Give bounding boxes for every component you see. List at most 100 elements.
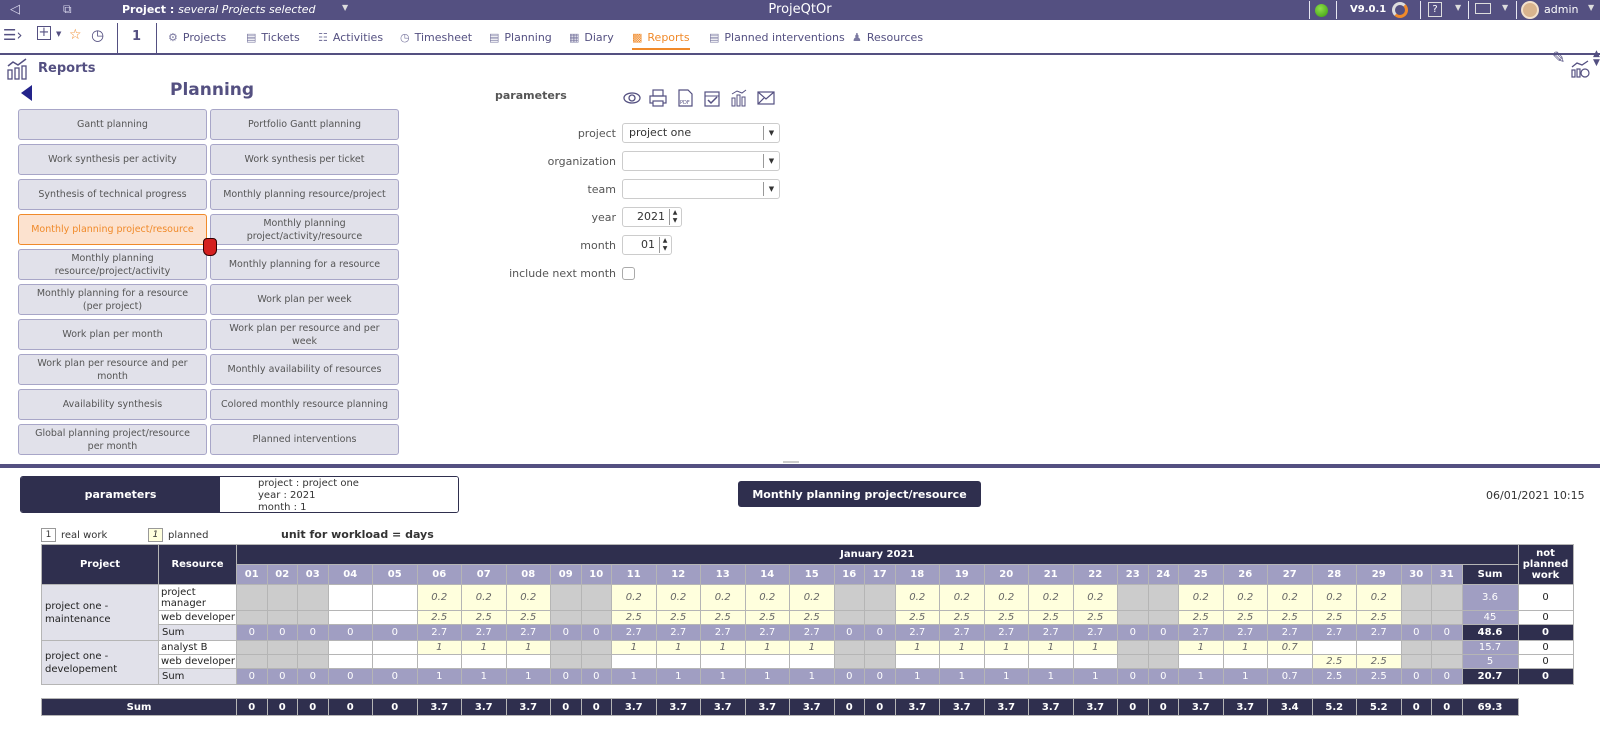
chart-report-icon[interactable] <box>729 88 749 108</box>
back-arrow-icon[interactable] <box>21 85 32 101</box>
nav-projects[interactable]: ⚙ Projects <box>168 31 226 44</box>
day-cell <box>327 610 373 625</box>
display-caret-icon[interactable]: ▼ <box>1502 3 1508 12</box>
day-sum-cell: 1 <box>894 668 940 685</box>
report-planned-interventions[interactable]: Planned interventions <box>210 424 399 455</box>
month-spinner[interactable]: 01 ▲ ▼ <box>622 235 672 255</box>
legend-planned-label: planned <box>168 529 209 541</box>
sum-label: Sum <box>158 668 237 685</box>
pdf-icon[interactable]: PDF <box>675 88 695 108</box>
day-sum-cell: 0 <box>327 668 373 685</box>
result-parameters-box: parameters project : project one year : … <box>20 476 459 513</box>
view-eye-icon[interactable] <box>622 88 642 108</box>
report-portfolio-gantt-planning[interactable]: Portfolio Gantt planning <box>210 109 399 140</box>
day-cell <box>1178 654 1224 669</box>
activity-icon: ☷ <box>318 31 328 44</box>
day-cell: 2.5 <box>505 610 551 625</box>
window-switch-icon[interactable]: ⧉ <box>63 2 72 17</box>
nav-planned-interventions[interactable]: ▤ Planned interventions <box>709 31 845 44</box>
nav-reports[interactable]: ▩ Reports <box>632 31 690 50</box>
schedule-check-icon[interactable] <box>702 88 722 108</box>
svg-text:PDF: PDF <box>680 100 690 106</box>
help-caret-icon[interactable]: ▼ <box>1455 3 1461 12</box>
menu-toggle-icon[interactable]: ☰› <box>3 26 22 44</box>
header-day: 15 <box>789 564 835 585</box>
dropdown-arrow-icon[interactable]: ▼ <box>763 182 779 196</box>
report-monthly-availability[interactable]: Monthly availability of resources <box>210 354 399 385</box>
spinner-arrows-icon[interactable]: ▲ ▼ <box>659 237 670 253</box>
day-cell: 1 <box>983 640 1029 655</box>
dropdown-arrow-icon[interactable]: ▼ <box>763 154 779 168</box>
history-icon[interactable]: ◷ <box>91 26 104 44</box>
help-icon[interactable]: ? <box>1428 2 1442 17</box>
add-item-icon[interactable]: + <box>37 26 51 40</box>
day-cell <box>266 610 298 625</box>
user-name[interactable]: admin <box>1544 3 1578 16</box>
report-gantt-planning[interactable]: Gantt planning <box>18 109 207 140</box>
report-synthesis-technical-progress[interactable]: Synthesis of technical progress <box>18 179 207 210</box>
day-sum-cell: 1 <box>1178 668 1224 685</box>
panel-splitter[interactable] <box>0 461 1600 468</box>
day-cell: 2.5 <box>655 610 701 625</box>
nav-timesheet[interactable]: ◷ Timesheet <box>400 31 472 44</box>
dropdown-arrow-icon[interactable]: ▼ <box>763 126 779 140</box>
header-day: 13 <box>700 564 746 585</box>
day-sum-cell: 0 <box>580 668 612 685</box>
organization-select[interactable]: ▼ <box>622 151 780 171</box>
collapse-left-icon[interactable]: ◁ <box>10 2 20 17</box>
team-select[interactable]: ▼ <box>622 179 780 199</box>
project-selector-caret-icon[interactable]: ▼ <box>342 3 348 12</box>
nav-tickets[interactable]: ▤ Tickets <box>246 31 300 44</box>
add-caret-icon[interactable]: ▼ <box>56 30 61 38</box>
report-work-plan-resource-week[interactable]: Work plan per resource and per week <box>210 319 399 350</box>
edit-pencil-icon[interactable]: ✎ <box>1552 48 1565 67</box>
report-work-plan-month[interactable]: Work plan per month <box>18 319 207 350</box>
report-colored-monthly-planning[interactable]: Colored monthly resource planning <box>210 389 399 420</box>
report-monthly-for-resource[interactable]: Monthly planning for a resource <box>210 249 399 280</box>
year-field-label: year <box>591 211 616 224</box>
day-cell: 2.5 <box>416 610 462 625</box>
monitor-icon[interactable] <box>1475 3 1491 14</box>
report-availability-synthesis[interactable]: Availability synthesis <box>18 389 207 420</box>
email-icon[interactable] <box>756 88 776 108</box>
day-cell <box>1147 654 1179 669</box>
report-monthly-resource-project[interactable]: Monthly planning resource/project <box>210 179 399 210</box>
splitter-grip[interactable] <box>783 461 799 463</box>
report-work-plan-week[interactable]: Work plan per week <box>210 284 399 315</box>
report-work-synthesis-activity[interactable]: Work synthesis per activity <box>18 144 207 175</box>
day-cell: 2.5 <box>461 610 507 625</box>
day-cell: 2.5 <box>1222 610 1268 625</box>
nav-planning[interactable]: ▤ Planning <box>489 31 552 44</box>
day-cell: 1 <box>416 640 462 655</box>
project-selector[interactable]: Project : several Projects selected <box>122 3 315 16</box>
user-avatar[interactable] <box>1521 1 1539 19</box>
report-work-plan-resource-month[interactable]: Work plan per resource and per month <box>18 354 207 385</box>
project-select[interactable]: project one ▼ <box>622 123 780 143</box>
year-spinner[interactable]: 2021 ▲ ▼ <box>622 207 682 227</box>
report-monthly-project-resource[interactable]: Monthly planning project/resource <box>18 214 207 245</box>
day-sum-cell: 2.7 <box>611 624 657 641</box>
user-caret-icon[interactable]: ▼ <box>1588 3 1594 12</box>
day-cell <box>611 654 657 669</box>
include-next-month-checkbox[interactable] <box>622 267 635 280</box>
legend-real-label: real work <box>61 529 108 541</box>
nav-resources[interactable]: ♟ Resources <box>852 31 923 44</box>
report-monthly-resource-per-project[interactable]: Monthly planning for a resource (per pro… <box>18 284 207 315</box>
day-cell <box>1222 654 1268 669</box>
scroll-arrows-icon[interactable]: ▲ ▼ <box>1593 50 1600 68</box>
report-monthly-project-activity-resource[interactable]: Monthly planning project/activity/resour… <box>210 214 399 245</box>
print-icon[interactable] <box>648 88 668 108</box>
resource-name: analyst B <box>158 640 237 655</box>
header-day: 30 <box>1400 564 1432 585</box>
nav-activities[interactable]: ☷ Activities <box>318 31 383 44</box>
report-work-synthesis-ticket[interactable]: Work synthesis per ticket <box>210 144 399 175</box>
report-schedule-icon[interactable] <box>1570 60 1590 78</box>
day-cell <box>372 584 418 611</box>
report-monthly-resource-project-activity[interactable]: Monthly planning resource/project/activi… <box>18 249 207 280</box>
bookmark-star-icon[interactable]: ☆ <box>69 27 82 43</box>
day-cell: 0.2 <box>461 584 507 611</box>
report-global-planning-project-resource[interactable]: Global planning project/resource per mon… <box>18 424 207 455</box>
day-cell <box>297 610 329 625</box>
nav-diary[interactable]: ▦ Diary <box>569 31 614 44</box>
spinner-arrows-icon[interactable]: ▲ ▼ <box>669 209 680 225</box>
